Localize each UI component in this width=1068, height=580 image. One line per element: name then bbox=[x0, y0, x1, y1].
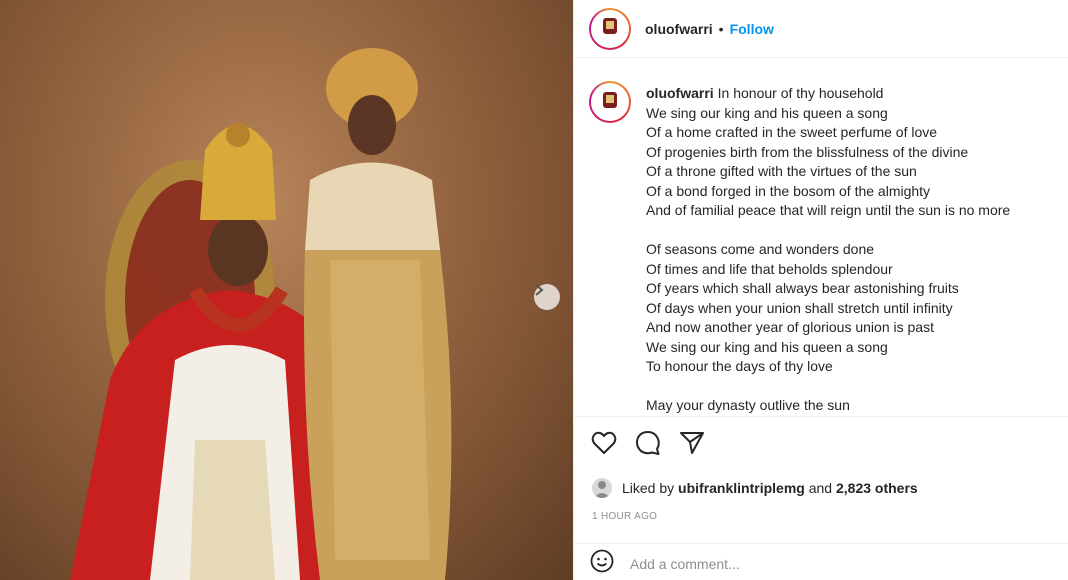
likes-summary: Liked by ubifranklintriplemg and 2,823 o… bbox=[592, 478, 918, 498]
photo-illustration bbox=[70, 48, 452, 580]
caption-line: Of days when your union shall stretch un… bbox=[646, 299, 953, 316]
caption-line: Of years which shall always bear astonis… bbox=[646, 280, 959, 296]
caption-line: We sing our king and his queen a song bbox=[646, 104, 888, 121]
caption-text: oluofwarri In honour of thy household We … bbox=[646, 84, 1010, 416]
comment-bar bbox=[574, 543, 1068, 580]
caption-line: We sing our king and his queen a song bbox=[646, 338, 888, 355]
caption-avatar[interactable] bbox=[589, 81, 631, 123]
like-button[interactable] bbox=[590, 431, 618, 460]
follow-button[interactable]: Follow bbox=[730, 21, 774, 37]
caption-line: To honour the days of thy love bbox=[646, 358, 833, 374]
separator-dot: • bbox=[718, 20, 724, 37]
avatar[interactable] bbox=[589, 7, 631, 50]
caption-line: Of a home crafted in the sweet perfume o… bbox=[646, 124, 938, 140]
action-bar bbox=[574, 416, 1068, 474]
caption-line: In honour of thy household bbox=[717, 85, 884, 101]
caption-line: Of a throne gifted with the virtues of t… bbox=[646, 163, 917, 179]
caption-gap bbox=[646, 221, 1010, 241]
likes-prefix: Liked by bbox=[622, 480, 675, 496]
next-photo-button[interactable] bbox=[534, 284, 560, 310]
share-button[interactable] bbox=[678, 432, 706, 460]
share-icon bbox=[679, 431, 705, 460]
caption-line: Of times and life that beholds splendour bbox=[646, 260, 893, 277]
post-details-panel: oluofwarri • Follow oluofwarri In honour … bbox=[573, 0, 1068, 580]
caption-line: Of progenies birth from the blissfulness… bbox=[646, 143, 969, 160]
post-timestamp[interactable]: 1 HOUR AGO bbox=[592, 511, 657, 522]
caption-gap bbox=[646, 377, 1010, 397]
caption-line: Of a bond forged in the bosom of the alm… bbox=[646, 182, 931, 199]
caption-username[interactable]: oluofwarri bbox=[646, 85, 714, 101]
likes-count[interactable]: 2,823 others bbox=[836, 480, 918, 496]
caption-scroll-area[interactable]: oluofwarri In honour of thy household We … bbox=[574, 59, 1068, 416]
comment-icon bbox=[635, 430, 661, 461]
liker-avatar[interactable] bbox=[592, 478, 612, 498]
liker-username[interactable]: ubifranklintriplemg bbox=[678, 480, 805, 496]
crest-icon bbox=[599, 89, 621, 116]
caption-line: Of seasons come and wonders done bbox=[646, 241, 875, 257]
post-header: oluofwarri • Follow bbox=[574, 0, 1068, 58]
caption-line: May your dynasty outlive the sun bbox=[646, 397, 850, 413]
emoji-icon[interactable] bbox=[590, 549, 614, 578]
comment-input[interactable] bbox=[630, 555, 1010, 572]
comment-button[interactable] bbox=[634, 430, 662, 461]
caption-line: And now another year of glorious union i… bbox=[646, 319, 934, 335]
caption-line: And of familial peace that will reign un… bbox=[646, 202, 1011, 218]
heart-icon bbox=[591, 431, 617, 460]
header-username[interactable]: oluofwarri bbox=[645, 21, 713, 37]
crest-icon bbox=[599, 15, 621, 42]
post-photo[interactable] bbox=[0, 0, 573, 580]
likes-conjunction: and bbox=[808, 480, 833, 496]
